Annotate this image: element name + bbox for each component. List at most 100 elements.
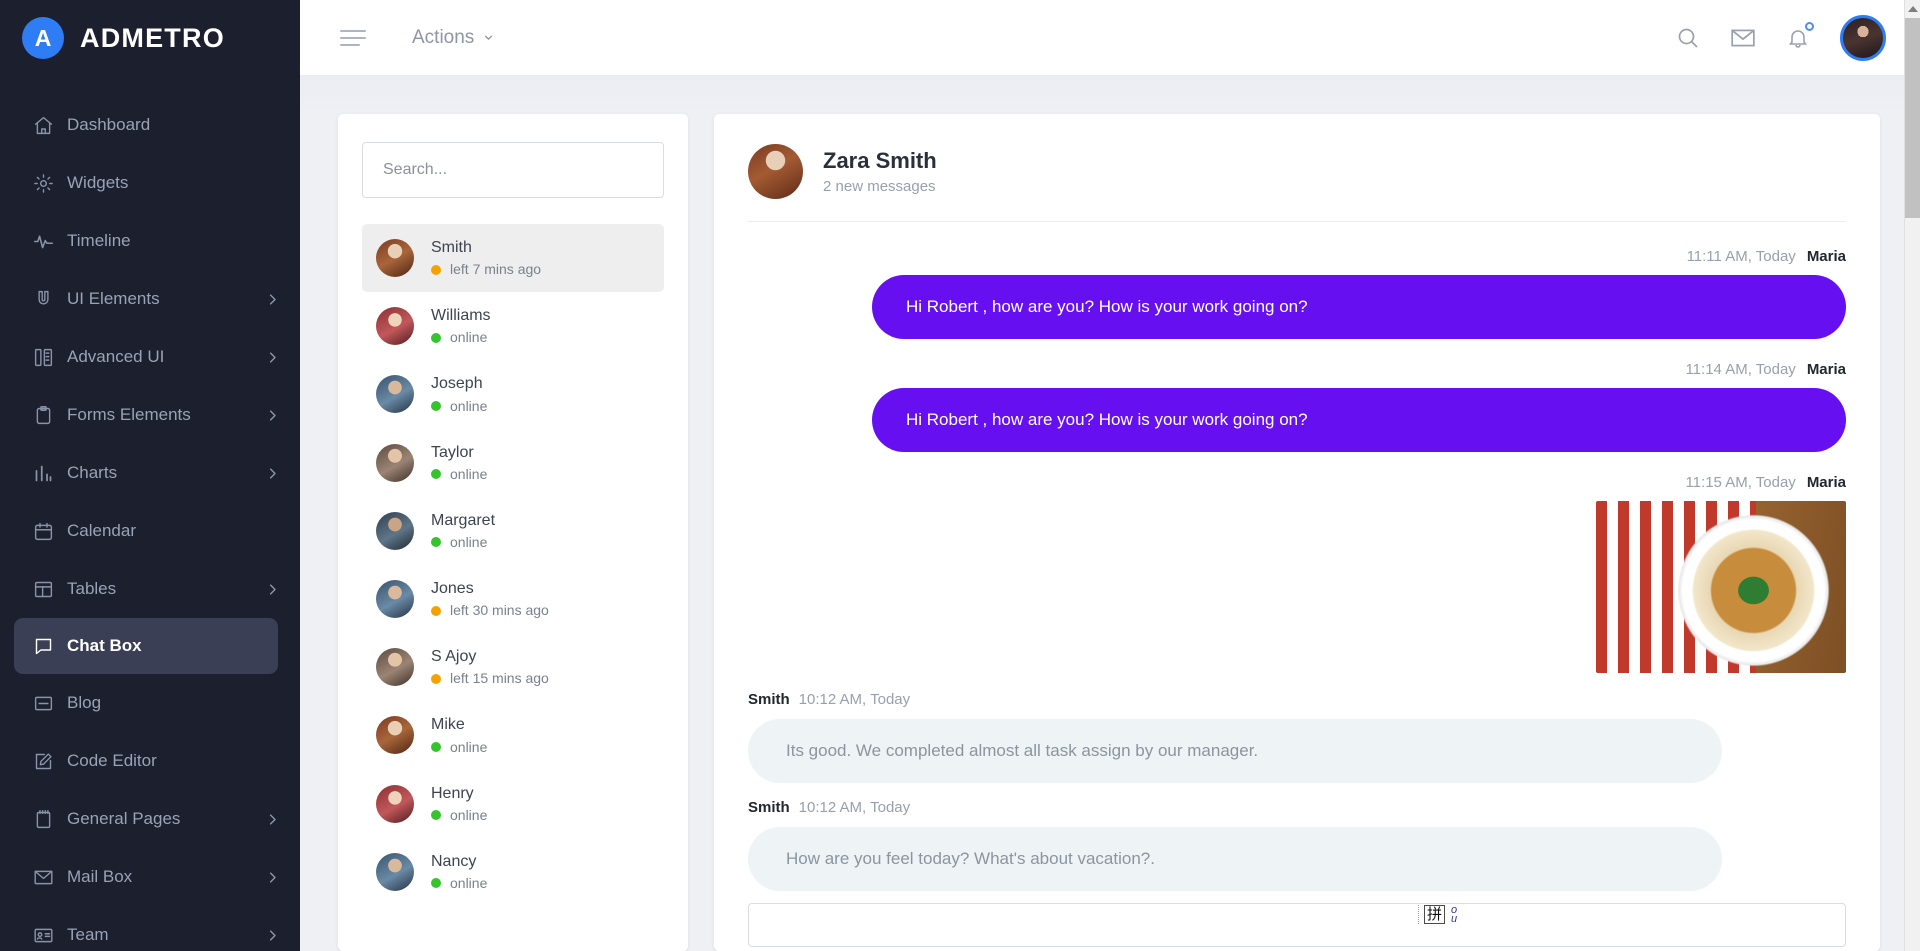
message-sender: Smith [748, 799, 790, 816]
envelope-icon[interactable] [1730, 25, 1756, 51]
sidebar-item-label: Dashboard [67, 115, 151, 134]
sidebar-item-label: General Pages [67, 809, 181, 828]
user-avatar[interactable] [1840, 14, 1886, 61]
chevron-right-icon [265, 350, 280, 365]
sidebar-item-label: Tables [67, 579, 117, 598]
contact-item[interactable]: Williams online [362, 292, 664, 360]
id-card-icon [33, 925, 67, 946]
sidebar-item-forms-elements[interactable]: Forms Elements [0, 386, 300, 444]
contact-item[interactable]: Mike online [362, 701, 664, 769]
contact-item[interactable]: Jones left 30 mins ago [362, 565, 664, 633]
scrollbar-thumb[interactable] [1905, 18, 1920, 218]
sidebar-item-general-pages[interactable]: General Pages [0, 790, 300, 848]
contact-name: Smith [431, 239, 472, 256]
scrollbar-up-arrow-icon[interactable] [1905, 0, 1920, 17]
contact-status: left 30 mins ago [431, 600, 549, 621]
app-root: A ADMETRO Dashboard Widgets Timeline UI Ele… [0, 0, 1920, 951]
message-input[interactable] [748, 903, 1846, 947]
sidebar-item-code-editor[interactable]: Code Editor [0, 732, 300, 790]
contact-avatar [376, 716, 414, 755]
message-sender: Smith [748, 691, 790, 708]
contact-status-label: online [450, 806, 488, 823]
message-row: 11:11 AM, Today Maria Hi Robert , how are … [748, 248, 1846, 339]
sidebar-item-advanced-ui[interactable]: Advanced UI [0, 328, 300, 386]
sidebar-item-team[interactable]: Team [0, 906, 300, 951]
message-list: 11:11 AM, Today Maria Hi Robert , how are … [748, 222, 1846, 903]
message-meta: 11:14 AM, Today Maria [748, 361, 1846, 378]
sidebar-item-chat-box[interactable]: Chat Box [14, 618, 278, 674]
contact-status-label: left 30 mins ago [450, 602, 549, 619]
message-time: 11:11 AM, Today [1686, 248, 1796, 265]
contact-status-label: online [450, 397, 488, 414]
contact-item[interactable]: Joseph online [362, 360, 664, 428]
contact-item[interactable]: Nancy online [362, 838, 664, 906]
ime-mode-icon[interactable]: 拼 [1424, 905, 1446, 924]
sidebar-item-charts[interactable]: Charts [0, 444, 300, 502]
contact-status-label: left 15 mins ago [450, 670, 549, 687]
sidebar-item-blog[interactable]: Blog [0, 674, 300, 732]
sidebar-nav: Dashboard Widgets Timeline UI Elements Advan… [0, 76, 300, 951]
chevron-down-icon [485, 35, 493, 41]
message-sender: Maria [1806, 361, 1846, 378]
contact-name: Jones [431, 579, 474, 597]
ime-indicator[interactable]: 拼 o u [1418, 904, 1457, 924]
sidebar-item-tables[interactable]: Tables [0, 560, 300, 618]
contact-avatar [376, 511, 414, 550]
pizza-photo[interactable] [1596, 501, 1846, 673]
sidebar-item-widgets[interactable]: Widgets [0, 154, 300, 212]
contact-status: online [431, 327, 491, 348]
status-dot-icon [431, 332, 441, 343]
sidebar-item-label: Mail Box [67, 867, 133, 886]
contact-status: online [431, 805, 487, 826]
brand-name: ADMETRO [80, 22, 225, 53]
sidebar-item-label: Blog [67, 693, 102, 712]
sidebar-item-timeline[interactable]: Timeline [0, 212, 300, 270]
contact-status: online [431, 396, 487, 417]
message-bubble-outgoing: Hi Robert , how are you? How is your wor… [872, 275, 1846, 339]
page-scrollbar[interactable] [1904, 0, 1920, 951]
chat-panel: Zara Smith 2 new messages 11:11 AM, Toda… [714, 114, 1880, 951]
sidebar-item-dashboard[interactable]: Dashboard [0, 96, 300, 154]
message-meta: Smith 10:12 AM, Today [748, 799, 1846, 816]
search-input[interactable] [362, 142, 664, 198]
contact-item[interactable]: S Ajoy left 15 mins ago [362, 633, 664, 701]
chat-unread-count: 2 new messages [823, 178, 936, 195]
contact-status: online [431, 737, 487, 758]
magnet-icon [33, 289, 67, 310]
main-area: Actions Search... Smith left 7 mins ago … [300, 0, 1920, 951]
topbar: Actions [300, 0, 1920, 76]
contact-item[interactable]: Margaret online [362, 497, 664, 565]
message-row: Smith 10:12 AM, Today Its good. We complet… [748, 691, 1846, 783]
message-row: 11:15 AM, Today Maria [748, 474, 1846, 673]
status-dot-icon [431, 401, 441, 412]
message-meta: Smith 10:12 AM, Today [748, 691, 1846, 708]
ime-width-toggle-icon[interactable]: o u [1451, 904, 1457, 924]
sidebar-item-mail-box[interactable]: Mail Box [0, 848, 300, 906]
search-icon[interactable] [1676, 26, 1700, 50]
status-dot-icon [431, 469, 441, 480]
message-meta: 11:11 AM, Today Maria [748, 248, 1846, 265]
chevron-right-icon [265, 292, 280, 307]
status-dot-icon [431, 742, 441, 752]
topbar-icons [1676, 14, 1886, 61]
sidebar-item-label: Team [67, 925, 109, 944]
brand[interactable]: A ADMETRO [0, 0, 300, 76]
sidebar-item-ui-elements[interactable]: UI Elements [0, 270, 300, 328]
sidebar-item-calendar[interactable]: Calendar [0, 502, 300, 560]
bell-icon[interactable] [1786, 21, 1814, 50]
message-time: 11:14 AM, Today [1685, 361, 1796, 378]
contact-item[interactable]: Taylor online [362, 429, 664, 497]
status-dot-icon [431, 537, 441, 548]
contact-avatar [376, 852, 414, 891]
contact-item[interactable]: Henry online [362, 770, 664, 838]
message-row: Smith 10:12 AM, Today How are you feel tod… [748, 799, 1846, 891]
gear-icon [33, 173, 67, 194]
pulse-icon [33, 231, 67, 252]
actions-dropdown[interactable]: Actions [412, 27, 495, 49]
message-row: 11:14 AM, Today Maria Hi Robert , how are … [748, 361, 1846, 452]
contact-name: Williams [431, 307, 491, 325]
contact-item[interactable]: Smith left 7 mins ago [362, 224, 664, 293]
sidebar-item-label: Widgets [67, 173, 129, 192]
menu-toggle-icon[interactable] [340, 29, 366, 46]
chat-contact-name: Zara Smith [823, 148, 937, 173]
